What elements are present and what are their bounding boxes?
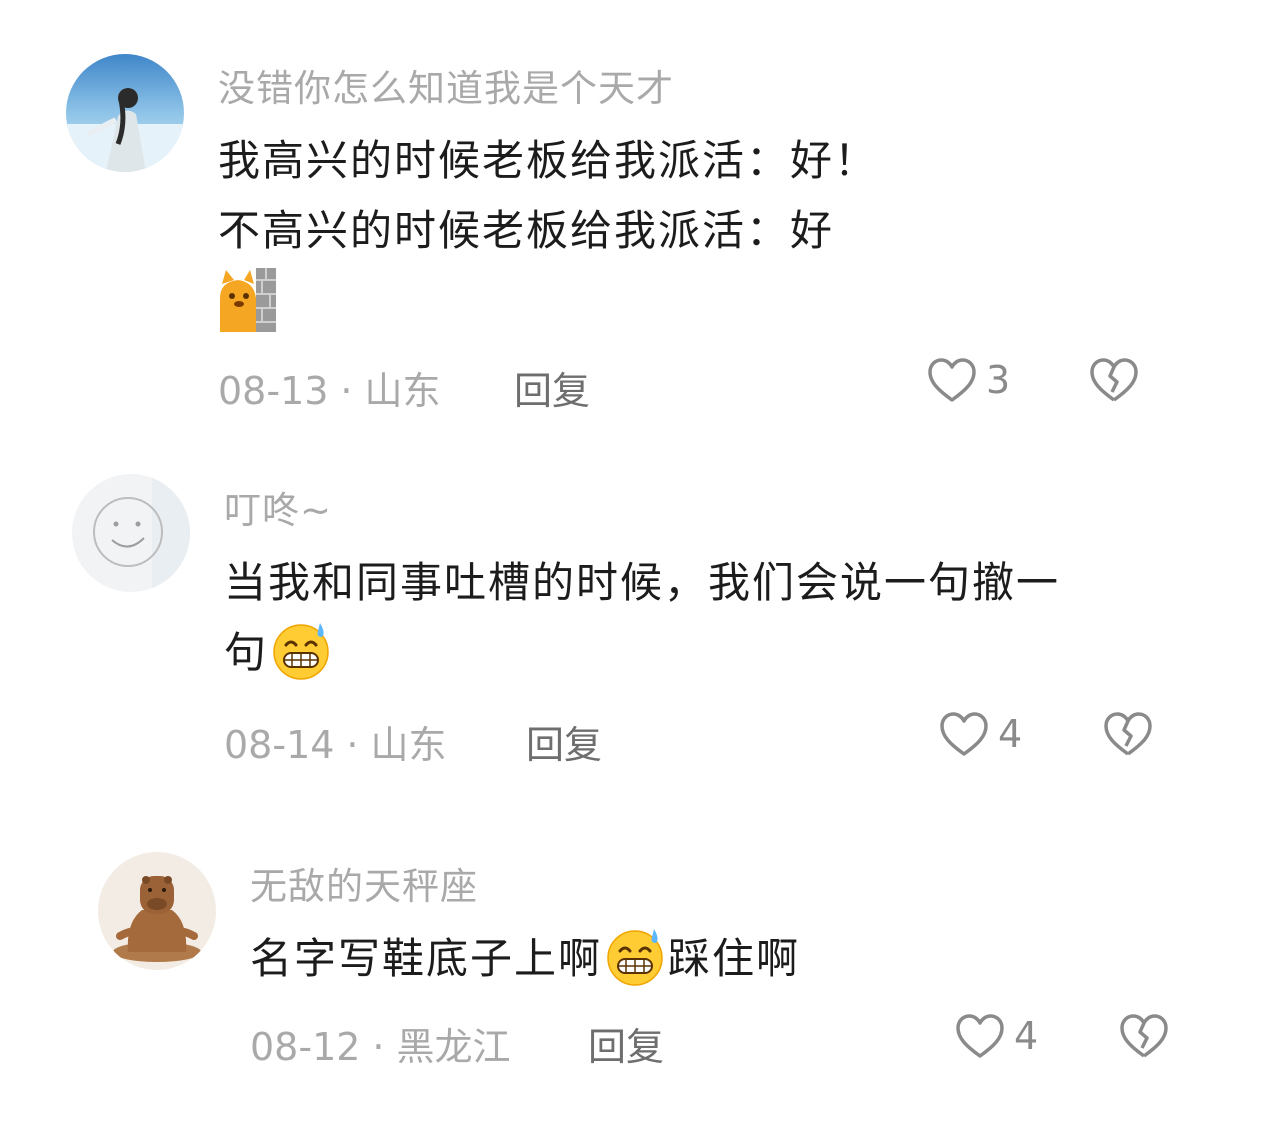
comment-date: 08-14 [224,723,335,767]
avatar[interactable] [66,54,184,172]
broken-heart-icon [1102,710,1154,758]
like-count: 4 [1014,1014,1039,1058]
heart-icon [926,356,978,404]
comment-location: 山东 [370,723,447,767]
comment-line: 我高兴的时候老板给我派活：好！ [218,136,879,185]
comment-line: 句 [224,618,1060,688]
meta-separator: · [340,369,353,413]
reply-button[interactable]: 回复 [526,714,602,769]
meta-separator: · [372,1025,385,1069]
comment-line: 名字写鞋底子上啊 踩住啊 [250,924,800,994]
comment-text: 我高兴的时候老板给我派活：好！ 不高兴的时候老板给我派活：好 [218,126,878,266]
username[interactable]: 无敌的天秤座 [250,856,478,910]
grimacing-sweat-emoji [270,619,332,681]
avatar[interactable] [98,852,216,970]
comment-meta: 08-13 · 山东 [218,360,441,415]
comment-date: 08-13 [218,369,329,413]
comment-text-after: 踩住啊 [668,934,801,983]
comment-text-before: 名字写鞋底子上啊 [250,934,603,983]
heart-icon [954,1012,1006,1060]
meta-separator: · [346,723,359,767]
grimacing-sweat-emoji [604,925,666,987]
comment-meta: 08-14 · 山东 [224,714,447,769]
heart-icon [938,710,990,758]
like-count: 3 [986,358,1011,402]
comment-text: 当我和同事吐槽的时候，我们会说一句撤一 句 [224,548,1060,688]
comment-meta: 08-12 · 黑龙江 [250,1016,511,1071]
comment-line: 不高兴的时候老板给我派活：好 [218,206,835,255]
broken-heart-icon [1118,1012,1170,1060]
reply-button[interactable]: 回复 [588,1016,664,1071]
comment-location: 山东 [364,369,441,413]
like-button[interactable]: 3 [926,356,1010,404]
like-button[interactable]: 4 [954,1012,1038,1060]
comment-text: 名字写鞋底子上啊 踩住啊 [250,924,800,994]
broken-heart-icon [1088,356,1140,404]
comment-location: 黑龙江 [396,1025,511,1069]
comment-line-text: 句 [224,628,269,677]
username[interactable]: 没错你怎么知道我是个天才 [218,58,674,112]
dislike-button[interactable] [1118,1012,1170,1060]
avatar[interactable] [72,474,190,592]
comment-date: 08-12 [250,1025,361,1069]
like-count: 4 [998,712,1023,756]
comment-line: 当我和同事吐槽的时候，我们会说一句撤一 [224,558,1061,607]
dislike-button[interactable] [1088,356,1140,404]
peeking-cat-sticker [218,268,280,334]
username[interactable]: 叮咚~ [224,480,332,534]
reply-button[interactable]: 回复 [514,360,590,415]
like-button[interactable]: 4 [938,710,1022,758]
dislike-button[interactable] [1102,710,1154,758]
